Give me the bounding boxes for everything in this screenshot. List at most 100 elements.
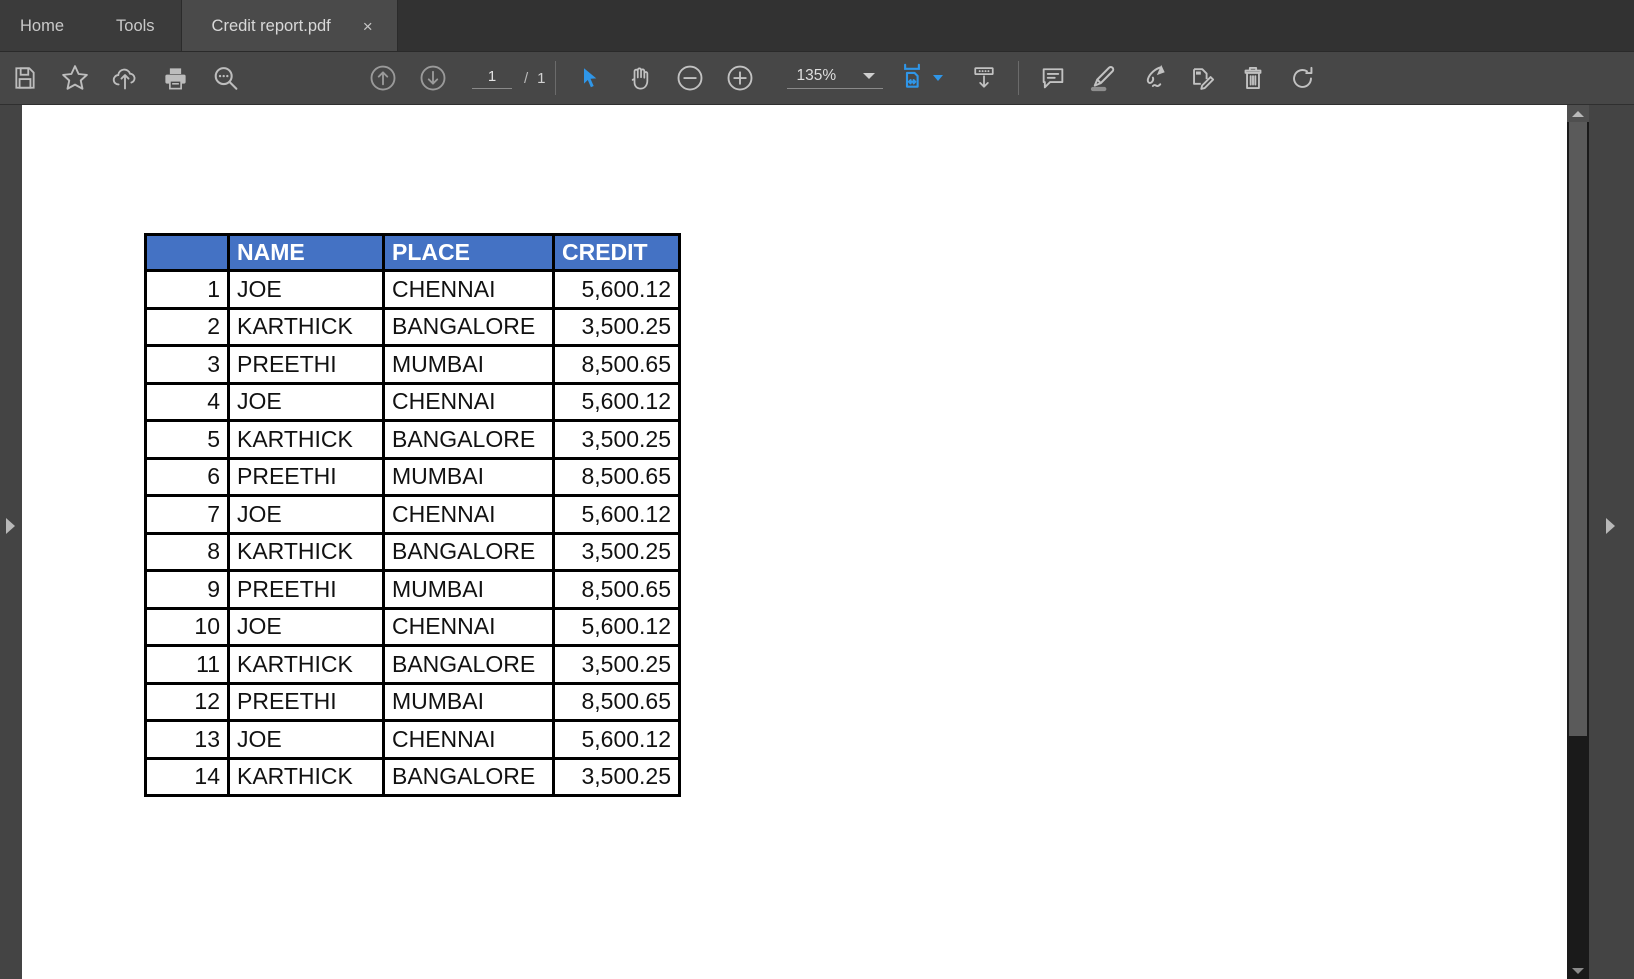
table-row: 12 PREETHI MUMBAI 8,500.65 <box>144 681 681 722</box>
page-thumbnails-button[interactable] <box>959 52 1009 105</box>
pdf-reader-window: Home Tools Credit report.pdf × 1 / 1 135… <box>0 0 1634 979</box>
zoom-level-value: 135% <box>796 67 837 84</box>
delete-button[interactable] <box>1228 52 1278 105</box>
vertical-scrollbar[interactable] <box>1567 105 1589 979</box>
page-navigation: / 1 <box>472 67 546 89</box>
cell-credit: 5,600.12 <box>552 606 681 647</box>
scrollbar-thumb[interactable] <box>1569 122 1587 736</box>
comment-icon <box>1039 64 1067 92</box>
cell-name: PREETHI <box>227 344 385 385</box>
cell-name: JOE <box>227 606 385 647</box>
menu-tab-tools[interactable]: Tools <box>90 0 181 52</box>
scroll-up-button[interactable] <box>1567 105 1589 122</box>
minus-circle-icon <box>675 63 705 93</box>
cell-place: MUMBAI <box>382 569 555 610</box>
page-thumbnails-icon <box>970 64 998 92</box>
cell-index: 10 <box>144 606 230 647</box>
save-icon <box>12 65 38 91</box>
cursor-arrow-icon <box>578 66 602 90</box>
cell-credit: 3,500.25 <box>552 306 681 347</box>
scroll-down-button[interactable] <box>1567 962 1589 979</box>
table-row: 11 KARTHICK BANGALORE 3,500.25 <box>144 644 681 685</box>
favorite-button[interactable] <box>50 52 100 105</box>
cell-name: KARTHICK <box>227 419 385 460</box>
cell-index: 14 <box>144 756 230 797</box>
zoom-level-selector[interactable]: 135% <box>786 67 883 89</box>
upload-button[interactable] <box>100 52 150 105</box>
table-row: 8 KARTHICK BANGALORE 3,500.25 <box>144 531 681 572</box>
cloud-upload-icon <box>111 64 139 92</box>
cell-credit: 5,600.12 <box>552 494 681 535</box>
menu-tab-tools-label: Tools <box>116 16 155 35</box>
cell-credit: 3,500.25 <box>552 531 681 572</box>
cell-credit: 8,500.65 <box>552 681 681 722</box>
tab-bar-filler <box>397 0 1634 52</box>
left-panel-toggle[interactable] <box>0 105 22 979</box>
chevron-down-icon <box>862 73 875 79</box>
select-tool-button[interactable] <box>565 52 615 105</box>
save-button[interactable] <box>0 52 50 105</box>
sign-icon <box>1138 63 1168 93</box>
pan-tool-button[interactable] <box>615 52 665 105</box>
expand-left-panel-icon <box>6 518 15 534</box>
document-tab-credit-report[interactable]: Credit report.pdf × <box>181 0 398 52</box>
table-row: 4 JOE CHENNAI 5,600.12 <box>144 381 681 422</box>
table-row: 7 JOE CHENNAI 5,600.12 <box>144 494 681 535</box>
menu-tab-group: Home Tools <box>0 0 182 52</box>
cell-place: BANGALORE <box>382 756 555 797</box>
cell-credit: 3,500.25 <box>552 644 681 685</box>
cell-place: MUMBAI <box>382 456 555 497</box>
cell-place: BANGALORE <box>382 419 555 460</box>
chevron-up-icon <box>1572 110 1584 117</box>
cell-name: KARTHICK <box>227 531 385 572</box>
highlight-button[interactable] <box>1078 52 1128 105</box>
fit-width-chevron-down-icon[interactable] <box>932 75 943 81</box>
cell-credit: 5,600.12 <box>552 269 681 310</box>
cell-place: CHENNAI <box>382 269 555 310</box>
fit-width-button[interactable] <box>897 61 943 96</box>
cell-place: BANGALORE <box>382 644 555 685</box>
edit-pdf-button[interactable] <box>1178 52 1228 105</box>
cell-name: KARTHICK <box>227 644 385 685</box>
arrow-up-circle-icon <box>368 63 398 93</box>
cell-index: 12 <box>144 681 230 722</box>
print-button[interactable] <box>150 52 200 105</box>
rotate-button[interactable] <box>1278 52 1328 105</box>
cell-index: 11 <box>144 644 230 685</box>
delete-icon <box>1239 64 1267 92</box>
search-icon <box>211 64 240 93</box>
menu-tab-home[interactable]: Home <box>0 0 91 52</box>
cell-place: BANGALORE <box>382 306 555 347</box>
arrow-down-circle-icon <box>418 63 448 93</box>
sign-button[interactable] <box>1128 52 1178 105</box>
cell-index: 2 <box>144 306 230 347</box>
cell-credit: 3,500.25 <box>552 419 681 460</box>
toolbar-divider-2 <box>1017 61 1019 95</box>
cell-credit: 5,600.12 <box>552 719 681 760</box>
cell-index: 8 <box>144 531 230 572</box>
cell-name: KARTHICK <box>227 756 385 797</box>
table-row: 2 KARTHICK BANGALORE 3,500.25 <box>144 306 681 347</box>
right-panel-toggle[interactable] <box>1589 105 1634 979</box>
table-row: 1 JOE CHENNAI 5,600.12 <box>144 269 681 310</box>
zoom-in-button[interactable] <box>715 52 765 105</box>
cell-name: PREETHI <box>227 569 385 610</box>
previous-page-button[interactable] <box>358 52 408 105</box>
close-icon[interactable]: × <box>357 16 379 37</box>
column-header-credit: CREDIT <box>552 233 681 272</box>
plus-circle-icon <box>725 63 755 93</box>
table-header-row: NAME PLACE CREDIT <box>144 233 681 272</box>
next-page-button[interactable] <box>408 52 458 105</box>
cell-name: KARTHICK <box>227 306 385 347</box>
table-row: 14 KARTHICK BANGALORE 3,500.25 <box>144 756 681 797</box>
pdf-page: NAME PLACE CREDIT 1 JOE CHENNAI 5,600.12 2 KA… <box>22 105 1567 979</box>
search-button[interactable] <box>200 52 250 105</box>
page-number-input[interactable] <box>472 67 512 89</box>
cell-place: CHENNAI <box>382 719 555 760</box>
cell-name: PREETHI <box>227 456 385 497</box>
comment-button[interactable] <box>1028 52 1078 105</box>
star-icon <box>60 63 90 93</box>
table-row: 10 JOE CHENNAI 5,600.12 <box>144 606 681 647</box>
zoom-out-button[interactable] <box>665 52 715 105</box>
cell-place: MUMBAI <box>382 344 555 385</box>
